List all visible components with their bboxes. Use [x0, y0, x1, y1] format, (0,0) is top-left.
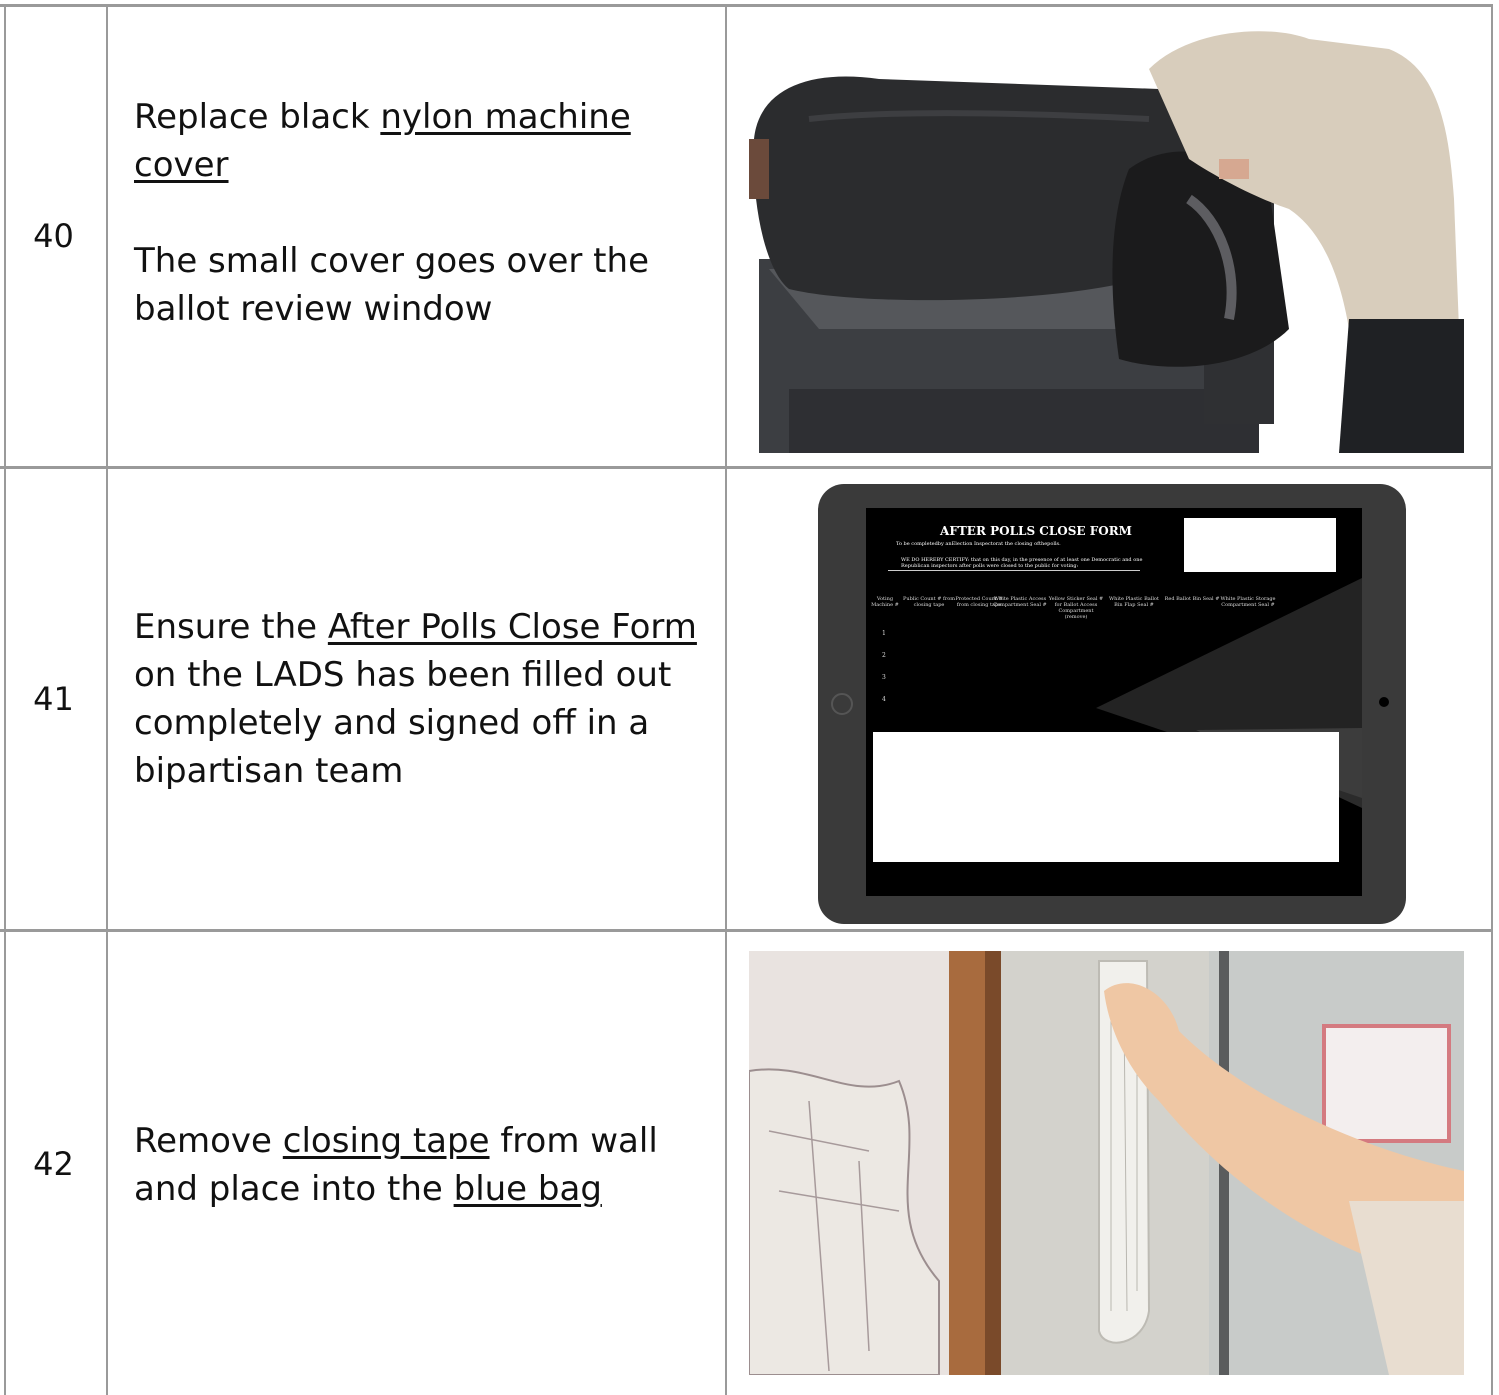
- form-column-header: White Plastic Storage Compartment Seal #: [1220, 596, 1276, 608]
- form-row-number: 1: [882, 630, 886, 637]
- table-border-right: [1491, 4, 1493, 1395]
- redaction-box: [873, 732, 1339, 862]
- step-instruction: Ensure the After Polls Close Form on the…: [134, 603, 714, 795]
- step-instruction: Replace black nylon machine cover The sm…: [134, 93, 714, 333]
- closing-tape-link[interactable]: closing tape: [283, 1121, 490, 1161]
- form-column-header: Yellow Sticker Seal # for Ballot Access …: [1048, 596, 1104, 620]
- form-row-number: 3: [882, 674, 886, 681]
- instruction-line: Remove closing tape from wall and place …: [134, 1121, 658, 1209]
- form-row-number: 2: [882, 652, 886, 659]
- tablet-screen: AFTER POLLS CLOSE FORM To be completedby…: [866, 508, 1362, 896]
- redaction-box: [1184, 518, 1336, 572]
- instruction-note: The small cover goes over the ballot rev…: [134, 241, 649, 329]
- step-instruction: Remove closing tape from wall and place …: [134, 1117, 714, 1213]
- after-polls-close-form-link[interactable]: After Polls Close Form: [328, 607, 697, 647]
- form-column-header: Voting Machine #: [871, 596, 899, 608]
- closing-tape-photo: [749, 951, 1464, 1375]
- table-border-top: [0, 4, 1493, 7]
- instruction-table: 40 Replace black nylon machine cover The…: [0, 0, 1499, 1395]
- form-column-header: Red Ballot Bin Seal #: [1164, 596, 1220, 602]
- row-divider: [0, 466, 1493, 469]
- form-certify-text: WE DO HEREBY CERTIFY: that on this day, …: [901, 557, 1143, 569]
- step-number: 41: [33, 680, 74, 718]
- form-row-number: 4: [882, 696, 886, 703]
- column-divider: [725, 4, 727, 1395]
- form-column-header: White Plastic Access Compartment Seal #: [993, 596, 1047, 608]
- camera-icon: [1379, 697, 1389, 707]
- form-column-header: Public Count # from closing tape: [902, 596, 956, 608]
- step-number: 40: [33, 217, 74, 255]
- form-title: AFTER POLLS CLOSE FORM: [940, 524, 1132, 538]
- step-number: 42: [33, 1145, 74, 1183]
- form-rule: [888, 570, 1140, 571]
- instruction-line: Replace black nylon machine cover: [134, 97, 631, 185]
- voting-machine-cover-photo: [749, 29, 1464, 453]
- form-subtitle: To be completedby anElection Inspectorat…: [896, 541, 1061, 547]
- row-divider: [0, 929, 1493, 932]
- form-column-header: White Plastic Ballot Bin Flap Seal #: [1109, 596, 1159, 608]
- blue-bag-link[interactable]: blue bag: [454, 1169, 602, 1209]
- instruction-line: Ensure the After Polls Close Form on the…: [134, 607, 697, 791]
- home-button-icon: [831, 693, 853, 715]
